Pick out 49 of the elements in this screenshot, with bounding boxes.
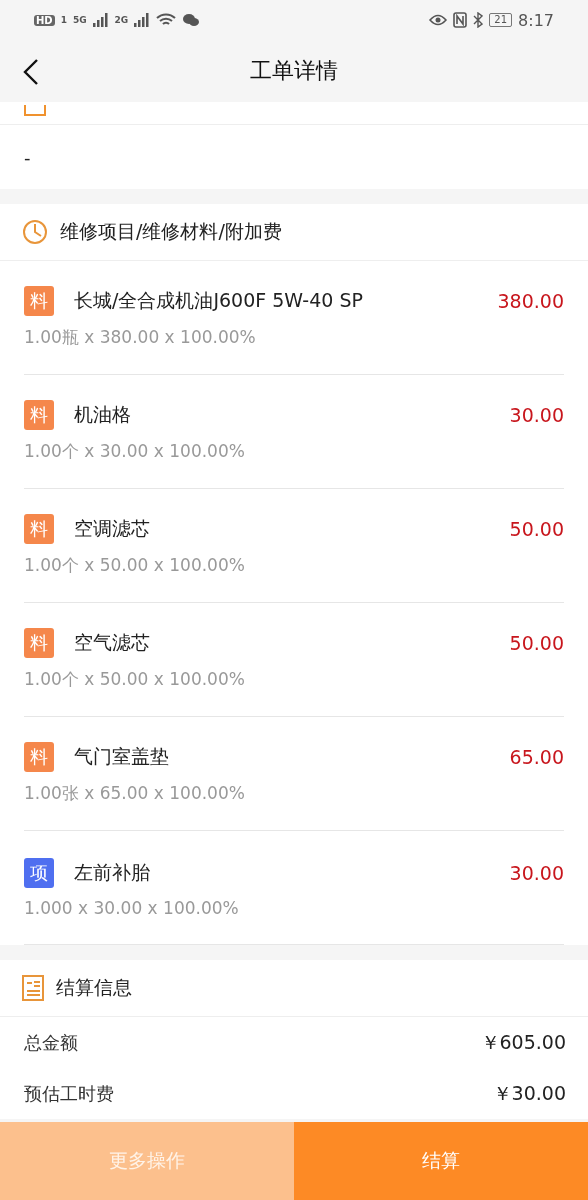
action-button[interactable]: 更多操作 [0, 1122, 294, 1200]
summary-label: 总金额 [24, 1030, 78, 1055]
summary-value: ￥30.00 [492, 1080, 566, 1106]
item-detail: 1.00张 x 65.00 x 100.00% [24, 782, 246, 805]
item-price: 50.00 [509, 518, 564, 540]
signal-icon [134, 13, 151, 27]
item-type-badge: 料 [24, 514, 54, 544]
network-label: 5G [72, 15, 87, 25]
remark-text: - [23, 145, 32, 170]
wifi-icon [156, 13, 177, 27]
eye-icon [429, 14, 448, 26]
bluetooth-icon [473, 12, 484, 28]
item-price: 30.00 [509, 861, 564, 884]
item-name: 机油格 [74, 402, 132, 427]
page-title: 工单详情 [250, 57, 338, 85]
summary-value: ￥605.00 [480, 1029, 566, 1055]
clock: 8:17 [518, 10, 554, 30]
item-detail: 1.00个 x 50.00 x 100.00% [24, 668, 246, 691]
signal-icon [92, 13, 109, 27]
item-type-badge: 料 [24, 400, 54, 430]
item-price: 50.00 [509, 632, 564, 654]
item-type-badge: 料 [24, 628, 54, 658]
item-type-badge: 料 [24, 742, 54, 772]
summary-label: 预估工时费 [24, 1081, 114, 1106]
item-price: 380.00 [497, 290, 564, 312]
item-detail: 1.00个 x 50.00 x 100.00% [24, 554, 246, 577]
item-name: 空气滤芯 [74, 630, 151, 655]
item-name: 长城/全合成机油J600F 5W-40 SP [74, 288, 364, 313]
action-button[interactable]: 结算 [294, 1122, 588, 1200]
chat-icon [182, 13, 201, 27]
battery-icon: 21 [489, 13, 513, 27]
item-detail: 1.00瓶 x 380.00 x 100.00% [24, 326, 257, 349]
item-type-badge: 项 [24, 857, 54, 888]
item-name: 左前补胎 [74, 859, 151, 885]
item-detail: 1.00个 x 30.00 x 100.00% [24, 440, 246, 463]
section-title: 结算信息 [56, 975, 132, 1000]
item-price: 65.00 [509, 746, 564, 768]
nfc-icon [453, 12, 468, 28]
item-price: 30.00 [509, 404, 564, 426]
network-label: 2G [114, 15, 129, 25]
item-type-badge: 料 [24, 286, 54, 316]
item-name: 空调滤芯 [74, 516, 151, 541]
item-name: 气门室盖垫 [74, 744, 170, 769]
item-detail: 1.000 x 30.00 x 100.00% [24, 897, 240, 918]
receipt-icon [22, 975, 44, 1001]
section-title: 维修项目/维修材料/附加费 [60, 219, 282, 244]
hd-indicator: HD [34, 14, 55, 26]
sim-number: 1 [60, 15, 67, 25]
clock-icon [22, 219, 48, 245]
